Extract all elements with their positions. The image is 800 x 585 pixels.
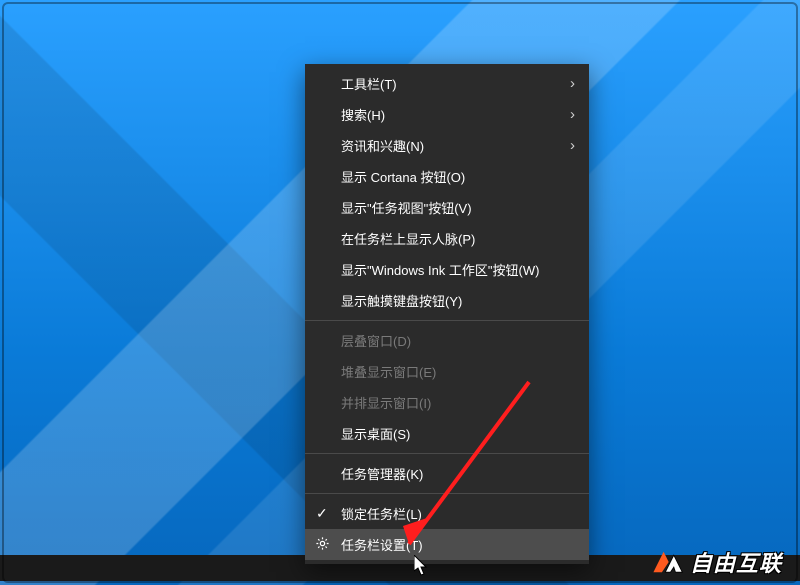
menu-item-label: 层叠窗口(D) [341, 331, 411, 350]
menu-item-label: 并排显示窗口(I) [341, 393, 431, 412]
watermark: 自由互联 [650, 545, 782, 579]
menu-item-stacked: 堆叠显示窗口(E) [305, 356, 589, 387]
menu-item-showdesktop[interactable]: 显示桌面(S) [305, 418, 589, 449]
taskbar-context-menu: 工具栏(T) › 搜索(H) › 资讯和兴趣(N) › 显示 Cortana 按钮(O) 显示… [305, 64, 589, 564]
menu-item-people[interactable]: 在任务栏上显示人脉(P) [305, 223, 589, 254]
chevron-right-icon: › [570, 137, 575, 154]
menu-item-news[interactable]: 资讯和兴趣(N) › [305, 130, 589, 161]
menu-item-label: 工具栏(T) [341, 74, 397, 93]
menu-item-label: 资讯和兴趣(N) [341, 136, 424, 155]
menu-item-search[interactable]: 搜索(H) › [305, 99, 589, 130]
menu-item-lock[interactable]: ✓ 锁定任务栏(L) [305, 498, 589, 529]
menu-item-label: 显示"Windows Ink 工作区"按钮(W) [341, 260, 539, 279]
menu-item-label: 显示触摸键盘按钮(Y) [341, 291, 462, 310]
check-icon: ✓ [316, 505, 328, 522]
menu-item-label: 堆叠显示窗口(E) [341, 362, 436, 381]
chevron-right-icon: › [570, 75, 575, 92]
menu-item-cortana[interactable]: 显示 Cortana 按钮(O) [305, 161, 589, 192]
menu-item-cascade: 层叠窗口(D) [305, 325, 589, 356]
menu-item-label: 在任务栏上显示人脉(P) [341, 229, 475, 248]
menu-item-label: 任务栏设置(T) [341, 535, 423, 554]
menu-item-label: 显示桌面(S) [341, 424, 410, 443]
menu-item-label: 显示"任务视图"按钮(V) [341, 198, 472, 217]
menu-item-toolbars[interactable]: 工具栏(T) › [305, 68, 589, 99]
menu-item-sidebyside: 并排显示窗口(I) [305, 387, 589, 418]
menu-separator [305, 493, 589, 494]
menu-item-settings[interactable]: 任务栏设置(T) [305, 529, 589, 560]
chevron-right-icon: › [570, 106, 575, 123]
watermark-logo-icon [650, 545, 684, 579]
menu-item-taskmgr[interactable]: 任务管理器(K) [305, 458, 589, 489]
menu-item-label: 锁定任务栏(L) [341, 504, 422, 523]
menu-item-ink[interactable]: 显示"Windows Ink 工作区"按钮(W) [305, 254, 589, 285]
menu-item-taskview[interactable]: 显示"任务视图"按钮(V) [305, 192, 589, 223]
menu-item-label: 任务管理器(K) [341, 464, 423, 483]
menu-separator [305, 453, 589, 454]
menu-item-touchkb[interactable]: 显示触摸键盘按钮(Y) [305, 285, 589, 316]
menu-item-label: 搜索(H) [341, 105, 385, 124]
menu-separator [305, 320, 589, 321]
menu-item-label: 显示 Cortana 按钮(O) [341, 167, 465, 186]
watermark-text: 自由互联 [690, 546, 782, 578]
